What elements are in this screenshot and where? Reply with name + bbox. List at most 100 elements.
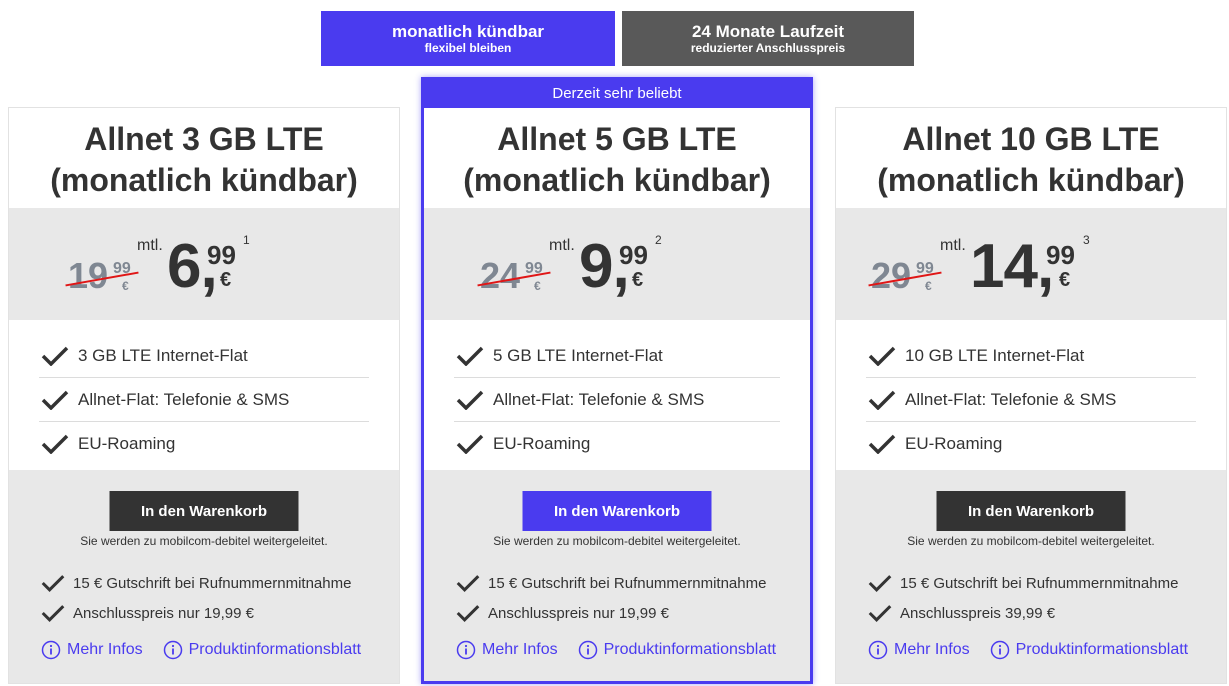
checkmark-icon — [456, 434, 484, 454]
redirect-note: Sie werden zu mobilcom-debitel weitergel… — [80, 534, 328, 548]
plan-card-3gb: Allnet 3 GB LTE (monatlich kündbar) 19 9… — [8, 107, 400, 684]
extra-item: Anschlusspreis 39,99 € — [866, 604, 1055, 622]
checkmark-icon — [456, 346, 484, 366]
info-icon — [578, 640, 597, 660]
old-price-integer: 29 — [871, 255, 912, 296]
more-info-link[interactable]: Mehr Infos — [868, 640, 970, 660]
checkmark-icon — [868, 575, 892, 592]
feature-item: EU-Roaming — [39, 422, 369, 466]
extra-label: Anschlusspreis nur 19,99 € — [73, 604, 254, 622]
checkmark-icon — [456, 605, 480, 622]
toggle-title: 24 Monate Laufzeit — [691, 22, 845, 41]
feature-label: 3 GB LTE Internet-Flat — [78, 345, 248, 365]
extra-label: Anschlusspreis nur 19,99 € — [488, 604, 669, 622]
feature-item: Allnet-Flat: Telefonie & SMS — [454, 378, 780, 422]
checkmark-icon — [868, 434, 896, 454]
footnote-marker: 1 — [243, 233, 250, 247]
plan-actions: In den Warenkorb Sie werden zu mobilcom-… — [9, 470, 399, 683]
more-info-link[interactable]: Mehr Infos — [456, 640, 558, 660]
footnote-marker: 2 — [655, 233, 662, 247]
checkmark-icon — [41, 390, 69, 410]
product-info-sheet-label: Produktinformationsblatt — [188, 641, 362, 658]
more-info-label: Mehr Infos — [482, 641, 558, 658]
extra-label: 15 € Gutschrift bei Rufnummernmitnahme — [488, 574, 767, 592]
checkmark-icon — [868, 390, 896, 410]
old-price-integer: 24 — [480, 255, 521, 296]
price-currency: € — [220, 269, 232, 291]
toggle-24-months[interactable]: 24 Monate Laufzeit reduzierter Anschluss… — [622, 11, 914, 66]
checkmark-icon — [868, 605, 892, 622]
redirect-note: Sie werden zu mobilcom-debitel weitergel… — [907, 534, 1155, 548]
feature-item: Allnet-Flat: Telefonie & SMS — [866, 378, 1196, 422]
checkmark-icon — [41, 575, 65, 592]
feature-label: EU-Roaming — [78, 434, 176, 453]
price-currency: € — [1059, 269, 1071, 291]
toggle-monthly-cancelable[interactable]: monatlich kündbar flexibel bleiben — [321, 11, 615, 66]
old-price-integer: 19 — [68, 255, 109, 296]
product-info-sheet-link[interactable]: Produktinformationsblatt — [578, 640, 777, 660]
extra-label: Anschlusspreis 39,99 € — [900, 604, 1056, 622]
more-info-label: Mehr Infos — [894, 641, 970, 658]
price-cents: 99 — [207, 240, 236, 270]
extra-label: 15 € Gutschrift bei Rufnummernmitnahme — [900, 574, 1179, 592]
price-area: 29 99 € mtl. 14, 99 € 3 — [836, 208, 1226, 320]
current-price: 14, 99 € — [970, 236, 1075, 298]
plan-title-line2: (monatlich kündbar) — [50, 162, 358, 198]
feature-label: EU-Roaming — [493, 434, 591, 453]
current-price: 6, 99 € — [167, 236, 236, 298]
info-icon — [163, 640, 182, 660]
feature-label: EU-Roaming — [905, 434, 1003, 453]
monthly-label: mtl. — [940, 237, 966, 254]
product-info-sheet-label: Produktinformationsblatt — [603, 641, 777, 658]
plan-title: Allnet 10 GB LTE (monatlich kündbar) — [836, 108, 1226, 208]
product-info-sheet-link[interactable]: Produktinformationsblatt — [990, 640, 1188, 660]
plan-actions: In den Warenkorb Sie werden zu mobilcom-… — [424, 470, 810, 681]
extra-item: 15 € Gutschrift bei Rufnummernmitnahme — [866, 574, 1178, 592]
price-integer: 6 — [167, 232, 201, 301]
feature-item: EU-Roaming — [454, 422, 780, 466]
old-price-currency: € — [122, 279, 129, 293]
old-price: 19 99 € — [65, 255, 139, 296]
redirect-note: Sie werden zu mobilcom-debitel weitergel… — [493, 534, 741, 548]
feature-label: 5 GB LTE Internet-Flat — [493, 345, 663, 365]
plan-card-10gb: Allnet 10 GB LTE (monatlich kündbar) 29 … — [835, 107, 1227, 684]
extra-item: 15 € Gutschrift bei Rufnummernmitnahme — [454, 574, 766, 592]
toggle-subtitle: flexibel bleiben — [424, 41, 512, 55]
price-integer: 14 — [970, 232, 1038, 301]
toggle-title: monatlich kündbar — [391, 22, 545, 41]
info-icon — [868, 640, 888, 660]
checkmark-icon — [41, 605, 65, 622]
feature-label: Allnet-Flat: Telefonie & SMS — [78, 389, 290, 409]
add-to-cart-button[interactable]: In den Warenkorb — [109, 491, 299, 531]
plan-title-line1: Allnet 3 GB LTE — [84, 121, 324, 157]
old-price-currency: € — [534, 279, 541, 293]
extra-item: Anschlusspreis nur 19,99 € — [39, 604, 254, 622]
checkmark-icon — [41, 434, 69, 454]
add-to-cart-button[interactable]: In den Warenkorb — [522, 491, 712, 531]
plan-title-line2: (monatlich kündbar) — [877, 162, 1185, 198]
info-links: Mehr Infos Produktinformationsblatt — [456, 640, 776, 660]
feature-label: Allnet-Flat: Telefonie & SMS — [905, 389, 1117, 409]
old-price: 29 99 € — [868, 255, 942, 296]
product-info-sheet-link[interactable]: Produktinformationsblatt — [163, 640, 362, 660]
checkmark-icon — [456, 390, 484, 410]
current-price: 9, 99 € — [579, 236, 648, 298]
plan-title: Allnet 5 GB LTE (monatlich kündbar) — [424, 108, 810, 208]
feature-list: 10 GB LTE Internet-Flat Allnet-Flat: Tel… — [836, 320, 1226, 470]
feature-item: EU-Roaming — [866, 422, 1196, 466]
toggle-subtitle: reduzierter Anschlusspreis — [690, 41, 846, 55]
feature-label: Allnet-Flat: Telefonie & SMS — [493, 389, 705, 409]
price-area: 24 99 € mtl. 9, 99 € 2 — [424, 208, 810, 320]
more-info-label: Mehr Infos — [67, 641, 143, 658]
checkmark-icon — [41, 346, 69, 366]
add-to-cart-button[interactable]: In den Warenkorb — [936, 491, 1126, 531]
info-icon — [41, 640, 61, 660]
more-info-link[interactable]: Mehr Infos — [41, 640, 143, 660]
checkmark-icon — [868, 346, 896, 366]
plan-title-line1: Allnet 5 GB LTE — [497, 121, 737, 157]
old-price-currency: € — [925, 279, 932, 293]
price-integer: 9 — [579, 232, 613, 301]
extra-item: Anschlusspreis nur 19,99 € — [454, 604, 669, 622]
info-links: Mehr Infos Produktinformationsblatt — [41, 640, 361, 660]
monthly-label: mtl. — [137, 237, 163, 254]
